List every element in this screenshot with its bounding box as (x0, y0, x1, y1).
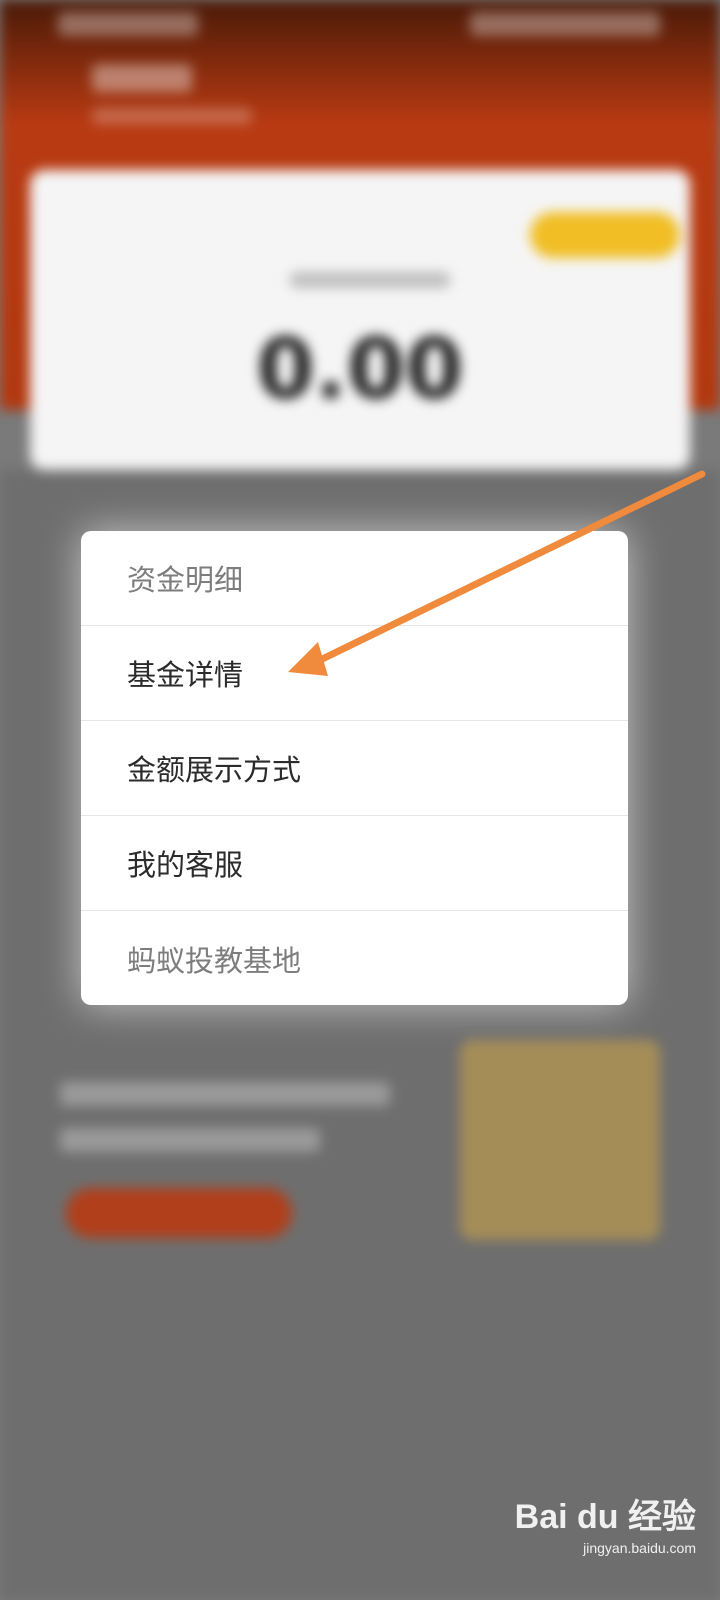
watermark-url: jingyan.baidu.com (583, 1540, 696, 1556)
baidu-jingyan-watermark: Bai du 经验 jingyan.baidu.com (515, 1489, 696, 1556)
watermark-brand: Bai du 经验 (514, 1498, 696, 1536)
pointer-arrow-icon (288, 470, 706, 676)
